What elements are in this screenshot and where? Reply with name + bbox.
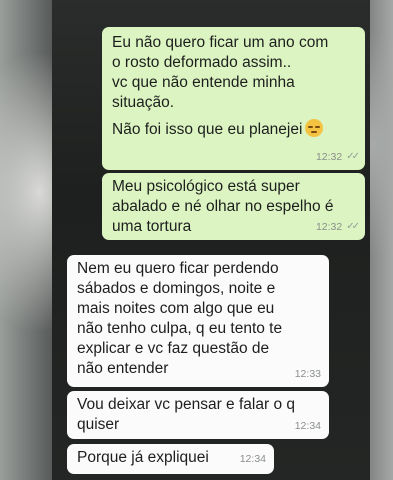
message-meta: 12:34 [295, 416, 321, 436]
message-time: 12:34 [239, 453, 266, 465]
incoming-message[interactable]: Nem eu quero ficar perdendo sábados e do… [67, 255, 329, 387]
message-text: Eu não quero ficar um ano com o rosto de… [112, 34, 329, 111]
message-meta: 12:32 ✓✓ [315, 217, 360, 237]
message-text: Vou deixar vc pensar e falar o q quiser [77, 396, 295, 433]
double-check-icon: ✓✓ [346, 151, 360, 162]
outgoing-message[interactable]: Meu psicológico está super abalado e né … [102, 173, 365, 240]
incoming-message[interactable]: Vou deixar vc pensar e falar o q quiser … [67, 391, 329, 439]
message-time: 12:32 [315, 221, 343, 233]
double-check-icon: ✓✓ [346, 221, 360, 232]
message-time: 12:32 [315, 151, 343, 163]
message-meta: 12:32 ✓✓ [315, 147, 360, 167]
incoming-message[interactable]: Porque já expliquei 12:34 [67, 444, 274, 474]
outgoing-message[interactable]: Eu não quero ficar um ano com o rosto de… [102, 27, 365, 170]
message-time: 12:33 [294, 368, 321, 380]
message-meta: 12:34 [240, 449, 266, 469]
message-text: Nem eu quero ficar perdendo sábados e do… [77, 260, 283, 377]
message-text: Porque já expliquei [77, 449, 209, 466]
message-time: 12:34 [294, 420, 321, 432]
message-meta: 12:33 [295, 364, 321, 384]
pensive-face-icon [305, 119, 324, 137]
message-text: Não foi isso que eu planejei [112, 121, 303, 138]
